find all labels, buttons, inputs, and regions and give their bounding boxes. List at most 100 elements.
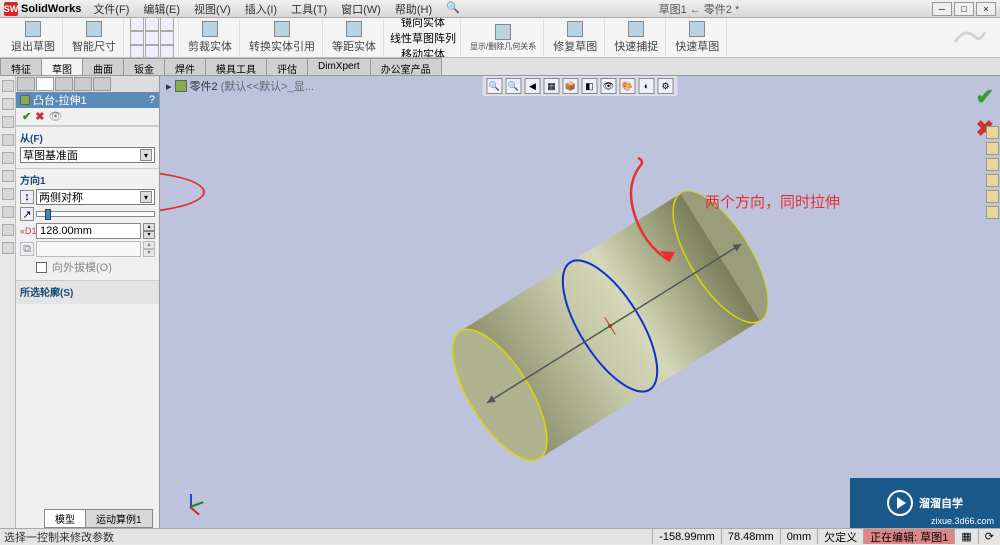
depth-input[interactable]: 128.00mm [36,223,141,239]
from-combo[interactable]: 草图基准面 ▾ [20,147,155,163]
prev-view-icon[interactable]: ◀ [525,78,541,94]
pm-tab-config[interactable] [55,77,73,91]
circle-tool[interactable] [160,18,174,31]
draft-spinner[interactable]: ▴▾ [143,241,155,257]
pm-tab-dimxpert[interactable] [74,77,92,91]
scene-icon[interactable]: ◐ [639,78,655,94]
move-button[interactable]: 移动实体 [401,46,445,59]
tab-model[interactable]: 模型 [44,509,86,528]
fillet-tool[interactable] [145,45,159,59]
ellipse-tool[interactable] [130,45,144,59]
section-view-icon[interactable]: ▦ [544,78,560,94]
hide-show-icon[interactable]: 👁 [601,78,617,94]
depth-spinner[interactable]: ▴▾ [143,223,155,239]
trim-button[interactable]: 剪裁实体 [185,20,235,55]
tab-motion[interactable]: 运动算例1 [85,509,153,528]
task-explorer-icon[interactable] [986,158,999,171]
task-resources-icon[interactable] [986,126,999,139]
convert-button[interactable]: 转换实体引用 [246,20,318,55]
zoom-fit-icon[interactable]: 🔍 [487,78,503,94]
preview-button[interactable]: 👁 [48,110,62,123]
view-orientation-icon[interactable]: 📦 [563,78,579,94]
task-custom-icon[interactable] [986,206,999,219]
appearance-icon[interactable]: 🎨 [620,78,636,94]
end-condition-combo[interactable]: 两侧对称 ▾ [36,189,155,205]
arc-tool[interactable] [130,31,144,45]
tab-mold[interactable]: 模具工具 [205,58,267,75]
linear-pattern-button[interactable]: 线性草图阵列 [390,30,456,46]
text-tool[interactable] [160,45,174,59]
menu-insert[interactable]: 插入(I) [239,0,283,18]
rail-icon[interactable] [2,206,14,218]
rail-icon[interactable] [2,98,14,110]
pm-tab-display[interactable] [93,77,111,91]
rapid-label: 快速草图 [675,38,719,54]
offset-button[interactable]: 等距实体 [329,20,379,55]
line-tool[interactable] [130,18,144,31]
pm-tab-property[interactable] [36,77,54,91]
menu-bar: 文件(F) 编辑(E) 视图(V) 插入(I) 工具(T) 窗口(W) 帮助(H… [87,0,466,18]
display-style-icon[interactable]: ◧ [582,78,598,94]
rail-icon[interactable] [2,80,14,92]
tab-surface[interactable]: 曲面 [82,58,124,75]
menu-edit[interactable]: 编辑(E) [137,0,186,18]
rapid-sketch-button[interactable]: 快速草图 [672,20,722,55]
status-rebuild-icon[interactable]: ⟳ [978,529,1000,544]
exit-sketch-button[interactable]: 退出草图 [8,20,58,55]
rect-tool[interactable] [145,18,159,31]
task-library-icon[interactable] [986,142,999,155]
draft-button[interactable]: ⧉ [20,242,34,256]
minimize-button[interactable]: ─ [932,2,952,16]
ok-button[interactable]: ✔ [22,110,31,123]
smart-dimension-button[interactable]: 智能尺寸 [69,20,119,55]
exit-sketch-label: 退出草图 [11,38,55,54]
show-relations-button[interactable]: 显示/删除几何关系 [467,23,539,53]
rail-icon[interactable] [2,116,14,128]
breadcrumb-expand-icon[interactable]: ▸ [166,80,172,93]
flip-direction-button[interactable]: ↕ [20,190,34,204]
task-appearance-icon[interactable] [986,190,999,203]
rail-icon[interactable] [2,224,14,236]
rail-icon[interactable] [2,152,14,164]
tab-feature[interactable]: 特征 [0,58,42,75]
annotation-circle [160,170,205,214]
tab-dimxpert[interactable]: DimXpert [307,58,371,75]
depth-slider[interactable] [36,211,155,217]
rail-icon[interactable] [2,170,14,182]
view-settings-icon[interactable]: ⚙ [658,78,674,94]
graphics-viewport[interactable]: ▸ 零件2 (默认<<默认>_显... 🔍 🔍 ◀ ▦ 📦 ◧ 👁 🎨 ◐ ⚙ … [160,76,1000,528]
breadcrumb-part[interactable]: 零件2 [190,78,218,94]
maximize-button[interactable]: □ [954,2,974,16]
draft-outward-checkbox[interactable] [36,262,47,273]
spline-tool[interactable] [145,31,159,45]
rail-icon[interactable] [2,188,14,200]
menu-help[interactable]: 帮助(H) [389,0,438,18]
tab-weldment[interactable]: 焊件 [164,58,206,75]
quick-snap-button[interactable]: 快速捕捉 [611,20,661,55]
help-icon[interactable]: ? [149,94,155,106]
repair-button[interactable]: 修复草图 [550,20,600,55]
tab-sheetmetal[interactable]: 钣金 [123,58,165,75]
cancel-button[interactable]: ✖ [35,110,44,123]
tab-evaluate[interactable]: 评估 [266,58,308,75]
contour-section[interactable]: 所选轮廓(S) [16,280,159,304]
zoom-area-icon[interactable]: 🔍 [506,78,522,94]
tab-office[interactable]: 办公室产品 [370,58,442,75]
direction-vector-button[interactable]: ↗ [20,207,34,221]
draft-input[interactable] [36,241,141,257]
tab-sketch[interactable]: 草图 [41,58,83,75]
task-palette-icon[interactable] [986,174,999,187]
status-unit-icon[interactable]: ▦ [954,529,977,544]
menu-search-icon[interactable]: 🔍 [440,0,466,18]
menu-tools[interactable]: 工具(T) [285,0,333,18]
point-tool[interactable] [160,31,174,45]
rail-icon[interactable] [2,242,14,254]
menu-file[interactable]: 文件(F) [87,0,135,18]
menu-view[interactable]: 视图(V) [188,0,237,18]
pm-tab-tree[interactable] [17,77,35,91]
mirror-button[interactable]: 镜向实体 [401,18,445,30]
rail-icon[interactable] [2,134,14,146]
menu-window[interactable]: 窗口(W) [335,0,387,18]
close-button[interactable]: × [976,2,996,16]
status-editing: 正在编辑: 草图1 [863,529,954,544]
